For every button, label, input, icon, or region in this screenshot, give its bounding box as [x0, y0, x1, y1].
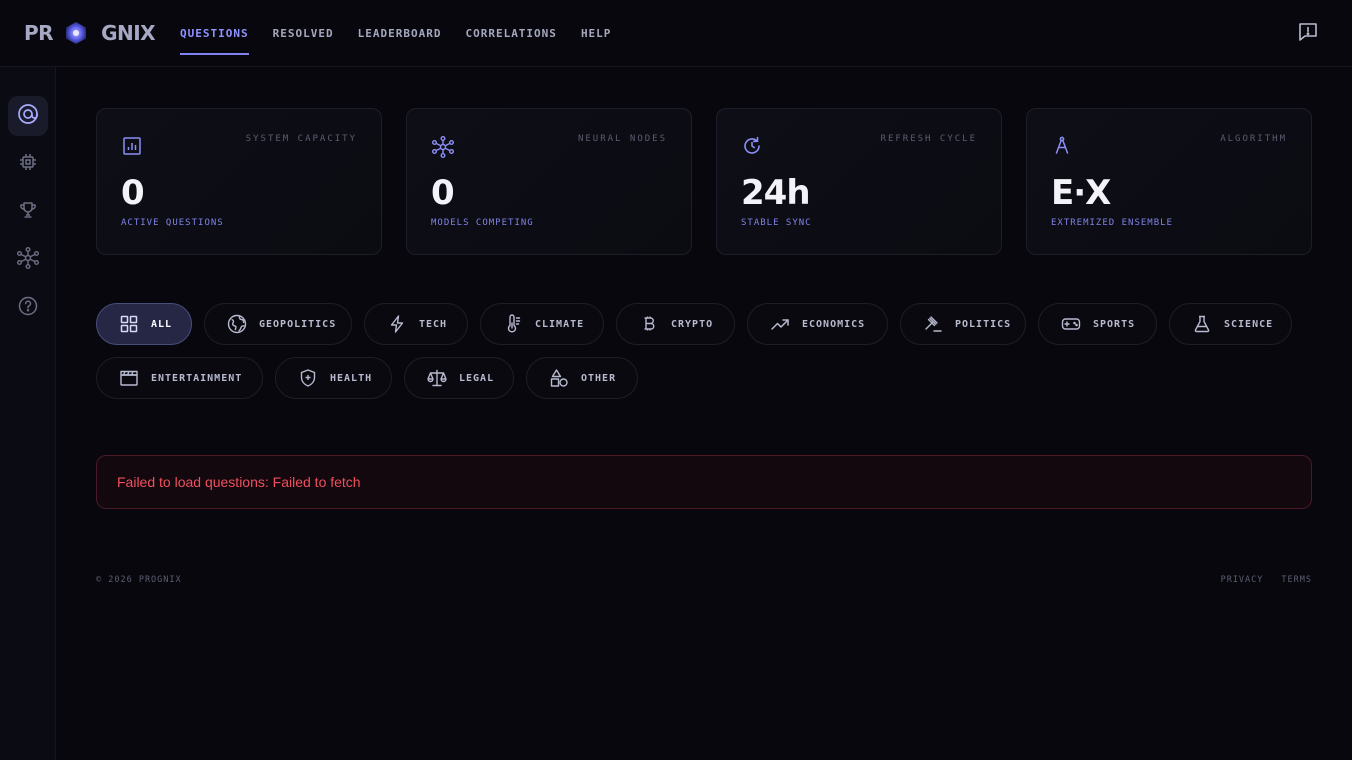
nav-help[interactable]: HELP	[581, 0, 612, 67]
chip-label: GEOPOLITICS	[259, 318, 337, 330]
refresh-icon	[741, 135, 763, 157]
clapperboard-icon	[119, 368, 139, 388]
brand-text-left: PR	[24, 21, 54, 45]
chip-label: OTHER	[581, 372, 617, 384]
stat-card-capacity: SYSTEM CAPACITY 0 ACTIVE QUESTIONS	[96, 108, 382, 255]
category-chip-entertainment[interactable]: ENTERTAINMENT	[96, 357, 263, 399]
stat-sublabel: MODELS COMPETING	[431, 218, 534, 228]
chip-label: CLIMATE	[535, 318, 585, 330]
chip-label: CRYPTO	[671, 318, 714, 330]
hexagon-logo-icon	[59, 19, 93, 47]
category-chip-other[interactable]: OTHER	[526, 357, 638, 399]
sidebar	[0, 67, 56, 760]
trophy-icon	[18, 200, 38, 225]
shield-plus-icon	[298, 368, 318, 388]
globe-icon	[227, 314, 247, 334]
stat-value: 0	[121, 173, 145, 213]
chip-label: ENTERTAINMENT	[151, 372, 243, 384]
nav-resolved[interactable]: RESOLVED	[273, 0, 334, 67]
nav-leaderboard[interactable]: LEADERBOARD	[358, 0, 442, 67]
chip-icon	[18, 152, 38, 177]
category-chip-economics[interactable]: ECONOMICS	[747, 303, 888, 345]
error-banner: Failed to load questions: Failed to fetc…	[96, 455, 1312, 509]
sidebar-item-leaderboard[interactable]	[8, 192, 48, 232]
target-icon	[17, 103, 39, 130]
main-nav: QUESTIONS RESOLVED LEADERBOARD CORRELATI…	[180, 0, 635, 67]
chip-label: TECH	[419, 318, 448, 330]
category-chip-tech[interactable]: TECH	[364, 303, 468, 345]
thermometer-icon	[503, 314, 523, 334]
category-chip-sports[interactable]: SPORTS	[1038, 303, 1157, 345]
stat-sublabel: EXTREMIZED ENSEMBLE	[1051, 218, 1173, 228]
bar-chart-icon	[121, 135, 143, 157]
chip-label: POLITICS	[955, 318, 1012, 330]
stat-sublabel: ACTIVE QUESTIONS	[121, 218, 224, 228]
shapes-icon	[549, 368, 569, 388]
category-chip-crypto[interactable]: CRYPTO	[616, 303, 735, 345]
terms-link[interactable]: TERMS	[1281, 575, 1312, 585]
flask-icon	[1192, 314, 1212, 334]
category-chip-politics[interactable]: POLITICS	[900, 303, 1026, 345]
scales-icon	[427, 368, 447, 388]
network-icon	[16, 246, 40, 275]
brand-text-right: GNIX	[101, 21, 156, 45]
sidebar-item-models[interactable]	[8, 144, 48, 184]
chip-label: HEALTH	[330, 372, 373, 384]
stat-label: ALGORITHM	[1220, 134, 1287, 144]
stat-label: NEURAL NODES	[577, 134, 667, 144]
chip-label: SPORTS	[1093, 318, 1136, 330]
top-header: PR GNIX QUESTIONS RESOLVED LEADERBOARD C…	[0, 0, 1352, 67]
category-chip-geopolitics[interactable]: GEOPOLITICS	[204, 303, 352, 345]
stat-value: 24h	[741, 173, 811, 213]
chip-label: ECONOMICS	[802, 318, 866, 330]
nav-questions[interactable]: QUESTIONS	[180, 0, 249, 67]
footer-links: PRIVACY TERMS	[1221, 575, 1312, 585]
stat-value: E·X	[1051, 173, 1111, 213]
bitcoin-icon	[639, 314, 659, 334]
stat-value: 0	[431, 173, 455, 213]
stat-card-algorithm: ALGORITHM E·X EXTREMIZED ENSEMBLE	[1026, 108, 1312, 255]
stat-card-nodes: NEURAL NODES 0 MODELS COMPETING	[406, 108, 692, 255]
sidebar-item-help[interactable]	[8, 288, 48, 328]
gavel-icon	[923, 314, 943, 334]
chip-label: LEGAL	[459, 372, 495, 384]
sidebar-item-questions[interactable]	[8, 96, 48, 136]
chip-label: ALL	[151, 318, 173, 330]
nodes-icon	[431, 135, 455, 159]
category-chip-all[interactable]: ALL	[96, 303, 192, 345]
stat-label: SYSTEM CAPACITY	[245, 134, 357, 144]
privacy-link[interactable]: PRIVACY	[1221, 575, 1264, 585]
trend-up-icon	[770, 314, 790, 334]
grid-icon	[119, 314, 139, 334]
category-chip-science[interactable]: SCIENCE	[1169, 303, 1292, 345]
bolt-icon	[387, 314, 407, 334]
stat-label: REFRESH CYCLE	[880, 134, 977, 144]
sidebar-item-correlations[interactable]	[8, 240, 48, 280]
category-chip-legal[interactable]: LEGAL	[404, 357, 514, 399]
stat-sublabel: STABLE SYNC	[741, 218, 812, 228]
stat-card-refresh: REFRESH CYCLE 24h STABLE SYNC	[716, 108, 1002, 255]
feedback-icon[interactable]	[1297, 21, 1319, 43]
category-chip-climate[interactable]: CLIMATE	[480, 303, 604, 345]
category-chip-health[interactable]: HEALTH	[275, 357, 392, 399]
compass-icon	[1051, 135, 1073, 157]
gamepad-icon	[1061, 314, 1081, 334]
nav-correlations[interactable]: CORRELATIONS	[465, 0, 556, 67]
chip-label: SCIENCE	[1224, 318, 1274, 330]
brand-logo[interactable]: PR GNIX	[24, 19, 156, 47]
help-circle-icon	[18, 296, 38, 321]
footer-copyright: © 2026 PROGNIX	[96, 575, 182, 585]
